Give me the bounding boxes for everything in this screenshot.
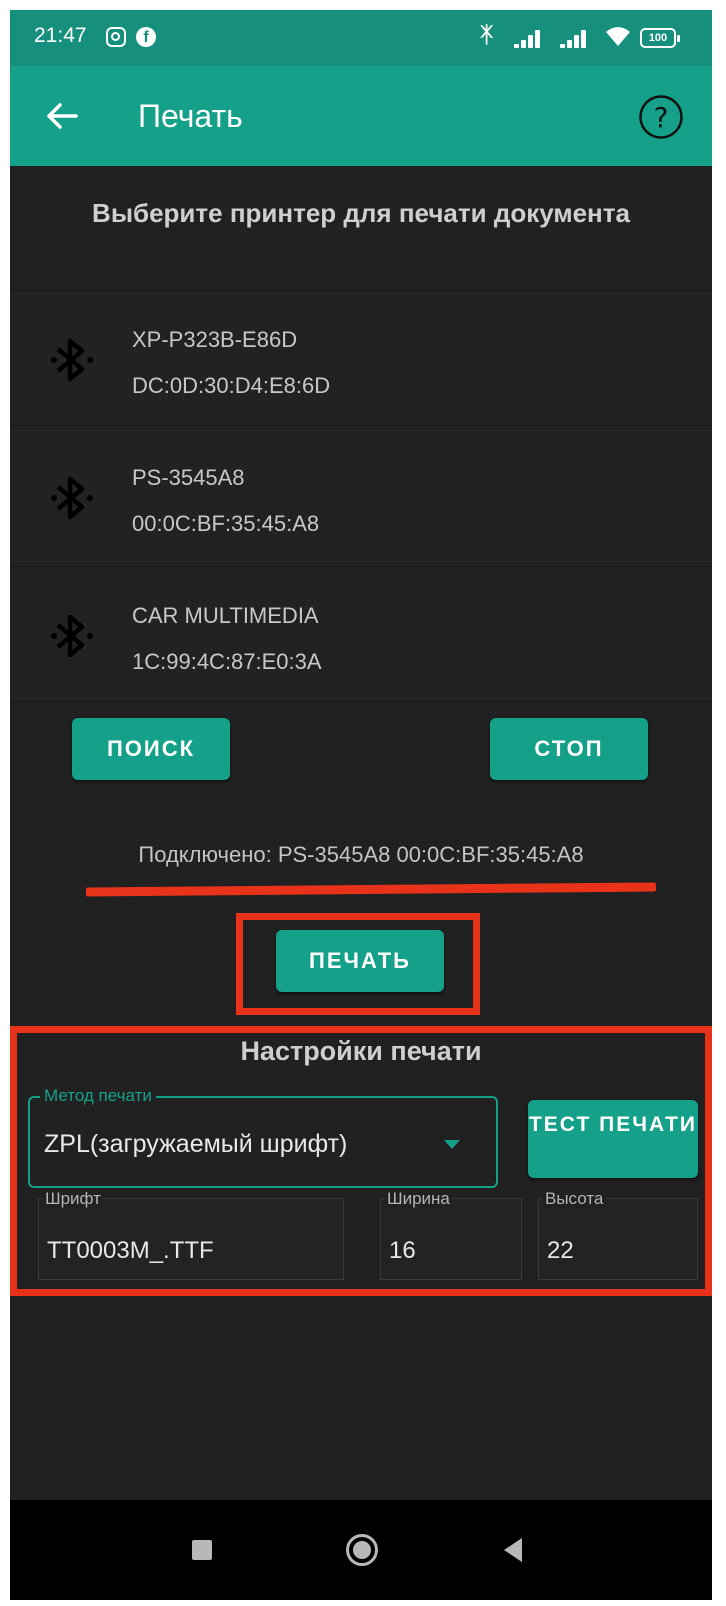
facebook-icon: f <box>136 27 156 47</box>
device-list-item[interactable]: PS-3545A8 00:0C:BF:35:45:A8 <box>10 428 712 564</box>
recents-icon[interactable] <box>192 1540 212 1560</box>
font-label: Шрифт <box>43 1189 103 1209</box>
status-time: 21:47 <box>34 24 87 47</box>
width-value: 16 <box>389 1237 416 1264</box>
print-method-value: ZPL(загружаемый шрифт) <box>44 1130 348 1158</box>
search-button[interactable]: ПОИСК <box>72 718 230 780</box>
instagram-icon <box>106 27 126 47</box>
device-name: XP-P323B-E86D <box>132 327 298 352</box>
home-icon[interactable] <box>346 1534 378 1566</box>
page-title: Печать <box>138 98 243 134</box>
bluetooth-icon: ᛡ <box>480 22 494 47</box>
battery-icon: 100 <box>640 28 680 48</box>
print-method-label: Метод печати <box>40 1086 156 1106</box>
device-name: CAR MULTIMEDIA <box>132 603 319 628</box>
signal-icon <box>510 28 546 48</box>
device-address: DC:0D:30:D4:E8:6D <box>132 373 331 398</box>
font-field[interactable]: Шрифт TT0003M_.TTF <box>38 1189 344 1280</box>
dropdown-arrow-icon[interactable] <box>444 1140 460 1149</box>
help-icon[interactable]: ? <box>638 94 684 140</box>
device-address: 00:0C:BF:35:45:A8 <box>132 511 320 536</box>
signal-icon <box>556 28 592 48</box>
status-bar: 21:47 f ᛡ 100 <box>10 10 712 66</box>
bluetooth-icon <box>51 338 93 382</box>
test-print-button[interactable]: ТЕСТ ПЕЧАТИ <box>528 1100 698 1178</box>
connection-status: Подключено: PS-3545A8 00:0C:BF:35:45:A8 <box>138 842 584 867</box>
height-field[interactable]: Высота 22 <box>538 1189 698 1280</box>
app-screen: 21:47 f ᛡ 100 Печать ? Выберите принтер … <box>10 10 712 1600</box>
device-address: 1C:99:4C:87:E0:3A <box>132 649 322 674</box>
app-toolbar: Печать ? <box>10 66 712 166</box>
back-icon[interactable] <box>504 1538 522 1562</box>
stop-button[interactable]: СТОП <box>490 718 648 780</box>
wifi-icon <box>604 24 632 54</box>
font-value: TT0003M_.TTF <box>47 1237 214 1264</box>
svg-text:?: ? <box>654 101 669 134</box>
settings-title: Настройки печати <box>240 1036 482 1066</box>
device-list-item[interactable]: XP-P323B-E86D DC:0D:30:D4:E8:6D <box>10 290 712 426</box>
device-name: PS-3545A8 <box>132 465 245 490</box>
height-label: Высота <box>543 1189 606 1209</box>
height-value: 22 <box>547 1237 574 1264</box>
bluetooth-icon <box>51 476 93 520</box>
navigation-bar <box>10 1500 712 1600</box>
width-field[interactable]: Ширина 16 <box>380 1189 522 1280</box>
annotation-underline <box>85 882 657 897</box>
bluetooth-icon <box>51 614 93 658</box>
print-button[interactable]: ПЕЧАТЬ <box>276 930 444 992</box>
device-list-item[interactable]: CAR MULTIMEDIA 1C:99:4C:87:E0:3A <box>10 566 712 702</box>
width-label: Ширина <box>385 1189 452 1209</box>
instruction-text: Выберите принтер для печати документа <box>92 198 630 228</box>
arrow-left-icon[interactable] <box>42 96 82 136</box>
